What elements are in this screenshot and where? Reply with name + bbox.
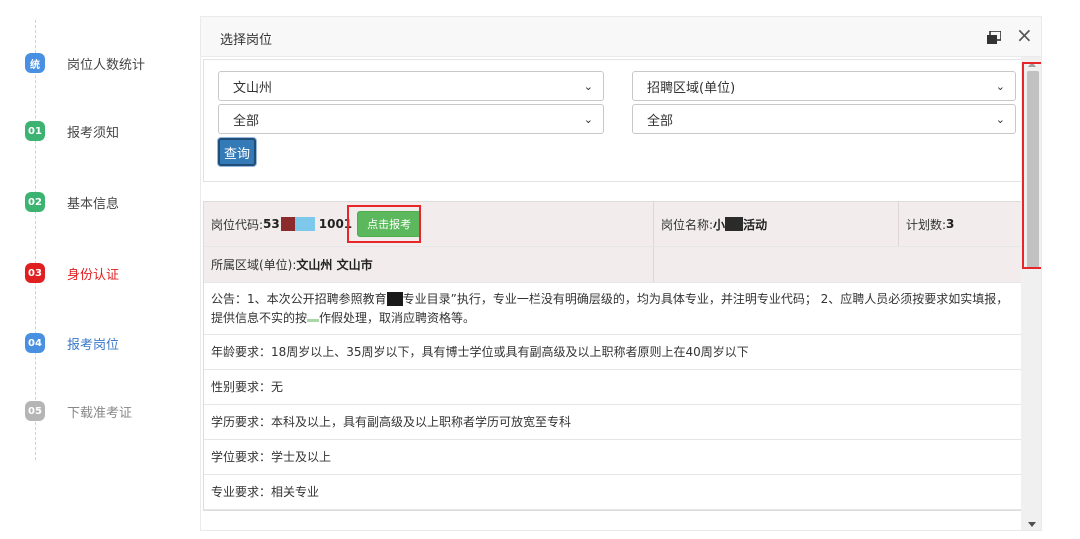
requirement-row: 性别要求：无	[204, 370, 1021, 405]
redaction-mask	[307, 318, 320, 322]
chevron-down-icon: ⌄	[583, 112, 593, 126]
step-badge: 03	[25, 263, 45, 283]
scrollbar[interactable]	[1021, 57, 1041, 530]
step-apply-position[interactable]: 04 报考岗位	[25, 332, 119, 354]
plan-count-label: 计划数:	[906, 217, 947, 232]
requirement-row: 学位要求：学士及以上	[204, 440, 1021, 475]
step-badge: 统	[25, 53, 45, 73]
position-name-cell: 岗位名称: 小 活动	[654, 202, 899, 246]
chevron-down-icon: ⌄	[995, 112, 1005, 126]
gender-requirement: 性别要求：无	[211, 379, 284, 394]
redaction-mask	[386, 292, 403, 306]
select-value: 招聘区域(单位)	[647, 80, 736, 96]
step-label: 身份认证	[67, 267, 120, 283]
prefecture-select[interactable]: 文山州 ⌄	[218, 71, 604, 101]
dialog-title: 选择岗位	[220, 33, 273, 48]
requirement-row: 学历要求：本科及以上，具有副高级及以上职称者学历可放宽至专科	[204, 405, 1021, 440]
degree-requirement: 学位要求：学士及以上	[211, 449, 332, 464]
requirement-row: 专业要求：相关专业	[204, 475, 1021, 510]
redaction-mask	[725, 217, 744, 231]
select-value: 文山州	[233, 80, 273, 96]
step-label: 岗位人数统计	[67, 57, 146, 73]
select-value: 全部	[647, 113, 674, 129]
step-label: 报考须知	[67, 125, 120, 141]
step-basic-info[interactable]: 02 基本信息	[25, 191, 119, 213]
apply-button[interactable]: 点击报考	[357, 211, 422, 237]
chevron-down-icon: ⌄	[995, 79, 1005, 93]
region-cell: 所属区域(单位): 文山州 文山市	[204, 247, 654, 282]
step-badge: 05	[25, 401, 45, 421]
position-code-prefix: 53	[263, 217, 280, 231]
close-icon[interactable]: ×	[1016, 25, 1033, 45]
position-code-cell: 岗位代码: 53 1001 点击报考	[204, 202, 654, 246]
position-header-row: 岗位代码: 53 1001 点击报考 岗位名称: 小 活动 计划数: 3	[204, 202, 1021, 247]
filter-panel: 文山州 ⌄ 招聘区域(单位) ⌄ 全部 ⌄ 全部 ⌄ 查询	[203, 59, 1021, 182]
step-stats[interactable]: 统 岗位人数统计	[25, 52, 145, 74]
county-select[interactable]: 全部 ⌄	[218, 104, 604, 134]
position-name-label: 岗位名称:	[661, 217, 714, 232]
position-info-table: 岗位代码: 53 1001 点击报考 岗位名称: 小 活动 计划数: 3 所属区…	[203, 201, 1021, 511]
notice-row: 公告：1、本次公开招聘参照教育 专业目录”执行，专业一栏没有明确层级的，均为具体专…	[204, 283, 1021, 335]
notice-text-part: 作假处理，取消应聘资格等。	[319, 310, 476, 325]
region-label: 所属区域(单位):	[211, 258, 297, 272]
plan-count-value: 3	[946, 217, 955, 231]
step-identity[interactable]: 03 身份认证	[25, 262, 119, 284]
redaction-mask	[294, 217, 315, 231]
plan-count-cell: 计划数: 3	[899, 202, 1021, 246]
dialog-content: 文山州 ⌄ 招聘区域(单位) ⌄ 全部 ⌄ 全部 ⌄ 查询 岗位代码: 53 1…	[201, 57, 1021, 530]
redaction-mask	[280, 217, 295, 231]
step-label: 报考岗位	[67, 337, 120, 353]
step-label: 基本信息	[67, 196, 120, 212]
step-badge: 02	[25, 192, 45, 212]
step-download-ticket[interactable]: 05 下载准考证	[25, 400, 132, 422]
region-row: 所属区域(单位): 文山州 文山市	[204, 247, 1021, 283]
empty-cell	[654, 247, 1021, 282]
position-code-label: 岗位代码:	[211, 217, 264, 232]
region-type-select[interactable]: 招聘区域(单位) ⌄	[632, 71, 1016, 101]
dialog-header: 选择岗位 ×	[201, 17, 1041, 57]
select-value: 全部	[233, 113, 260, 129]
notice-text-part: 公告：1、本次公开招聘参照教育	[211, 291, 387, 306]
step-label: 下载准考证	[67, 405, 133, 421]
region-value: 文山州 文山市	[296, 258, 373, 272]
step-notice[interactable]: 01 报考须知	[25, 120, 119, 142]
step-badge: 01	[25, 121, 45, 141]
scroll-down-arrow-icon[interactable]	[1028, 522, 1036, 527]
step-badge: 04	[25, 333, 45, 353]
step-sidebar: 统 岗位人数统计 01 报考须知 02 基本信息 03 身份认证 04 报考岗位…	[0, 0, 200, 539]
screen: 统 岗位人数统计 01 报考须知 02 基本信息 03 身份认证 04 报考岗位…	[0, 0, 1080, 539]
chevron-down-icon: ⌄	[583, 79, 593, 93]
scroll-up-arrow-icon[interactable]	[1028, 62, 1036, 67]
major-requirement: 专业要求：相关专业	[211, 484, 320, 499]
notice-text: 公告：1、本次公开招聘参照教育 专业目录”执行，专业一栏没有明确层级的，均为具体专…	[211, 290, 1019, 328]
education-requirement: 学历要求：本科及以上，具有副高级及以上职称者学历可放宽至专科	[211, 414, 572, 429]
requirement-row: 年龄要求：18周岁以上、35周岁以下，具有博士学位或具有副高级及以上职称者原则上…	[204, 335, 1021, 370]
position-name-prefix: 小	[713, 217, 726, 232]
age-requirement: 年龄要求：18周岁以上、35周岁以下，具有博士学位或具有副高级及以上职称者原则上…	[211, 344, 749, 359]
select-position-dialog: 选择岗位 × 文山州 ⌄ 招聘区域(单位) ⌄ 全部 ⌄ 全部 ⌄ 查询 岗位代…	[200, 16, 1042, 531]
position-name-suffix: 活动	[743, 217, 768, 232]
step-connector-line	[35, 20, 36, 460]
unit-select[interactable]: 全部 ⌄	[632, 104, 1016, 134]
position-code-suffix: 1001	[318, 217, 353, 231]
query-button[interactable]: 查询	[218, 138, 256, 166]
scroll-thumb[interactable]	[1027, 71, 1039, 268]
maximize-icon[interactable]	[987, 31, 1001, 44]
